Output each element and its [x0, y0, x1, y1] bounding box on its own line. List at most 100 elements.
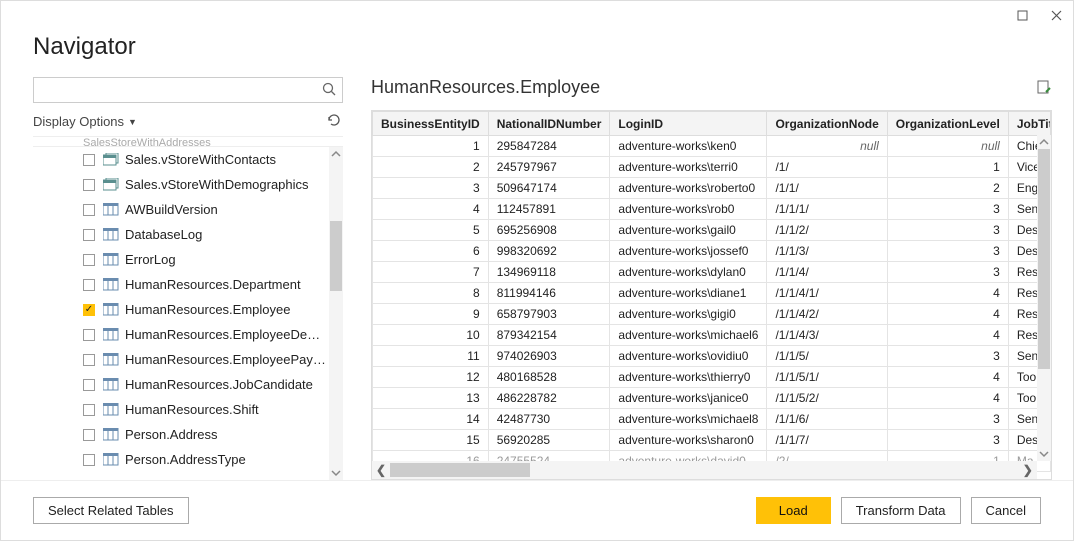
scroll-down-icon[interactable]	[1037, 447, 1051, 461]
tree-item[interactable]: Person.Address	[33, 422, 327, 447]
cell: adventure-works\ken0	[610, 136, 767, 157]
checkbox[interactable]	[83, 204, 95, 216]
table-row[interactable]: 11974026903adventure-works\ovidiu0/1/1/5…	[373, 346, 1051, 367]
tree-item[interactable]: ErrorLog	[33, 247, 327, 272]
cell: /1/1/	[767, 178, 887, 199]
tree-scrollbar[interactable]	[329, 147, 343, 480]
table-row[interactable]: 1295847284adventure-works\ken0nullnullCh…	[373, 136, 1051, 157]
tree-item[interactable]: Sales.vStoreWithDemographics	[33, 172, 327, 197]
tree-item[interactable]: Sales.vStoreWithContacts	[33, 147, 327, 172]
cell: /1/1/1/	[767, 199, 887, 220]
scroll-right-icon[interactable]: ❯	[1019, 461, 1037, 479]
cell: adventure-works\gigi0	[610, 304, 767, 325]
tree-item[interactable]: HumanResources.EmployeeDepartmen...	[33, 322, 327, 347]
table-row[interactable]: 4112457891adventure-works\rob0/1/1/1/3Se…	[373, 199, 1051, 220]
cancel-button[interactable]: Cancel	[971, 497, 1041, 524]
cell: adventure-works\ovidiu0	[610, 346, 767, 367]
cell: adventure-works\michael8	[610, 409, 767, 430]
column-header[interactable]: NationalIDNumber	[488, 112, 610, 136]
grid-vscrollbar[interactable]	[1037, 135, 1051, 461]
column-header[interactable]: JobTitle	[1008, 112, 1050, 136]
search-input[interactable]	[40, 83, 322, 98]
table-row[interactable]: 10879342154adventure-works\michael6/1/1/…	[373, 325, 1051, 346]
column-header[interactable]: LoginID	[610, 112, 767, 136]
view-icon	[103, 153, 119, 166]
tree-item[interactable]: Person.AddressType	[33, 447, 327, 472]
table-row[interactable]: 1442487730adventure-works\michael8/1/1/6…	[373, 409, 1051, 430]
tree-item[interactable]: HumanResources.Department	[33, 272, 327, 297]
table-row[interactable]: 13486228782adventure-works\janice0/1/1/5…	[373, 388, 1051, 409]
refresh-icon[interactable]	[327, 113, 341, 130]
cell: 658797903	[488, 304, 610, 325]
table-row[interactable]: 8811994146adventure-works\diane1/1/1/4/1…	[373, 283, 1051, 304]
checkbox[interactable]	[83, 304, 95, 316]
load-button[interactable]: Load	[756, 497, 831, 524]
scroll-up-icon[interactable]	[1037, 135, 1051, 149]
scroll-up-icon[interactable]	[329, 147, 343, 161]
cell: 3	[373, 178, 489, 199]
cell: 12	[373, 367, 489, 388]
tree-item[interactable]: HumanResources.Employee	[33, 297, 327, 322]
tree-item-label: HumanResources.JobCandidate	[125, 377, 313, 392]
column-header[interactable]: OrganizationNode	[767, 112, 887, 136]
grid-hscrollbar[interactable]: ❮ ❯	[372, 461, 1037, 479]
cell: adventure-works\diane1	[610, 283, 767, 304]
scroll-down-icon[interactable]	[329, 466, 343, 480]
display-options-dropdown[interactable]: Display Options ▼	[33, 114, 137, 129]
chevron-down-icon: ▼	[128, 117, 137, 127]
cell: /1/1/5/	[767, 346, 887, 367]
table-row[interactable]: 9658797903adventure-works\gigi0/1/1/4/2/…	[373, 304, 1051, 325]
tree-item[interactable]: AWBuildVersion	[33, 197, 327, 222]
checkbox[interactable]	[83, 154, 95, 166]
table-row[interactable]: 6998320692adventure-works\jossef0/1/1/3/…	[373, 241, 1051, 262]
search-icon[interactable]	[322, 82, 336, 99]
cell: 3	[887, 346, 1008, 367]
table-row[interactable]: 7134969118adventure-works\dylan0/1/1/4/3…	[373, 262, 1051, 283]
table-icon	[103, 378, 119, 391]
checkbox[interactable]	[83, 254, 95, 266]
cell: adventure-works\michael6	[610, 325, 767, 346]
table-row[interactable]: 2245797967adventure-works\terri0/1/1Vice	[373, 157, 1051, 178]
table-icon	[103, 278, 119, 291]
scroll-left-icon[interactable]: ❮	[372, 461, 390, 479]
scrollbar-thumb[interactable]	[1038, 149, 1050, 369]
checkbox[interactable]	[83, 279, 95, 291]
table-icon	[103, 328, 119, 341]
tree-item[interactable]: DatabaseLog	[33, 222, 327, 247]
tree-item[interactable]: HumanResources.JobCandidate	[33, 372, 327, 397]
preview-edit-icon[interactable]	[1036, 79, 1052, 98]
checkbox[interactable]	[83, 229, 95, 241]
cell: 509647174	[488, 178, 610, 199]
search-box[interactable]	[33, 77, 343, 103]
close-button[interactable]	[1049, 8, 1063, 22]
cell: 1	[373, 136, 489, 157]
checkbox[interactable]	[83, 179, 95, 191]
view-icon	[103, 178, 119, 191]
footer: Select Related Tables Load Transform Dat…	[1, 480, 1073, 540]
cell: 2	[373, 157, 489, 178]
table-row[interactable]: 5695256908adventure-works\gail0/1/1/2/3D…	[373, 220, 1051, 241]
checkbox[interactable]	[83, 379, 95, 391]
tree-item[interactable]: HumanResources.EmployeePayHistory	[33, 347, 327, 372]
select-related-tables-button[interactable]: Select Related Tables	[33, 497, 189, 524]
column-header[interactable]: OrganizationLevel	[887, 112, 1008, 136]
transform-data-button[interactable]: Transform Data	[841, 497, 961, 524]
cell: /1/1/4/3/	[767, 325, 887, 346]
checkbox[interactable]	[83, 454, 95, 466]
checkbox[interactable]	[83, 354, 95, 366]
scrollbar-thumb[interactable]	[330, 221, 342, 291]
cell: 5	[373, 220, 489, 241]
cell: 4	[887, 304, 1008, 325]
table-row[interactable]: 3509647174adventure-works\roberto0/1/1/2…	[373, 178, 1051, 199]
cell: /1/1/2/	[767, 220, 887, 241]
column-header[interactable]: BusinessEntityID	[373, 112, 489, 136]
checkbox[interactable]	[83, 329, 95, 341]
scrollbar-thumb[interactable]	[390, 463, 530, 477]
table-row[interactable]: 1556920285adventure-works\sharon0/1/1/7/…	[373, 430, 1051, 451]
tree-item[interactable]: HumanResources.Shift	[33, 397, 327, 422]
maximize-button[interactable]	[1015, 8, 1029, 22]
checkbox[interactable]	[83, 404, 95, 416]
cell: /1/1/3/	[767, 241, 887, 262]
checkbox[interactable]	[83, 429, 95, 441]
table-row[interactable]: 12480168528adventure-works\thierry0/1/1/…	[373, 367, 1051, 388]
